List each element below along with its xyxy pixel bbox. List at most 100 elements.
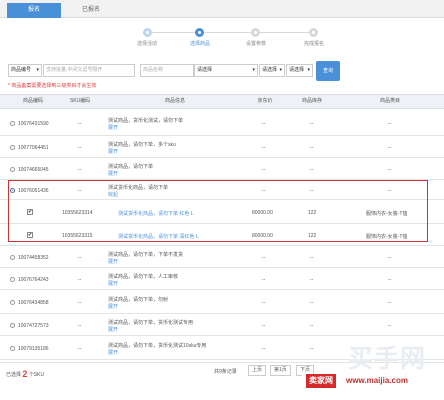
step-4-label: 完成报名 bbox=[303, 41, 325, 47]
header-category: 商品类目 bbox=[379, 98, 400, 104]
selected-prefix: 已选择 bbox=[6, 372, 22, 378]
product-radio[interactable] bbox=[10, 255, 15, 260]
sku-code: -- bbox=[78, 167, 82, 173]
product-info: 测试商品，请勿下单，勿射 bbox=[108, 297, 169, 303]
expand-toggle-link[interactable]: 展开 bbox=[108, 124, 118, 131]
sku-code: -- bbox=[78, 145, 82, 151]
product-radio[interactable] bbox=[10, 323, 15, 328]
step-2-icon bbox=[195, 28, 204, 37]
selected-summary: 已选择 2 个SKU bbox=[6, 368, 45, 379]
category: -- bbox=[388, 300, 392, 306]
query-button[interactable]: 查询 bbox=[316, 61, 340, 81]
step-2-label: 选择商品 bbox=[189, 41, 211, 47]
step-3-icon bbox=[251, 28, 260, 37]
tab-signup[interactable]: 报名 bbox=[7, 3, 61, 18]
tab-signed-up[interactable]: 已报名 bbox=[62, 3, 120, 18]
chevron-down-icon: ▾ bbox=[36, 67, 39, 73]
product-code: 10077064451 bbox=[18, 145, 49, 151]
code-search-input[interactable]: 支持批量,中间文逗号隔开 bbox=[43, 64, 135, 77]
product-info: 测试商品，请勿下单，货币化测试10sku专用 bbox=[108, 343, 207, 349]
sku-code: -- bbox=[78, 346, 82, 352]
product-radio[interactable] bbox=[10, 300, 15, 305]
step-connector bbox=[256, 32, 314, 33]
product-info: 测试商品，货币化测试，请勿下单 bbox=[108, 118, 184, 124]
step-4-icon bbox=[309, 28, 318, 37]
selected-suffix: 个SKU bbox=[28, 372, 45, 378]
stock: -- bbox=[310, 300, 314, 306]
table-row[interactable]: 10076431590 -- 测试商品，货币化测试，请勿下单 展开 -- -- -- bbox=[0, 110, 444, 136]
step-connector bbox=[200, 32, 256, 33]
product-radio[interactable] bbox=[10, 167, 15, 172]
table-row[interactable]: 10077064451 -- 测试商品，请勿下单，多个sku 展开 -- -- -- bbox=[0, 136, 444, 158]
total-records: 共9条记录 bbox=[214, 369, 237, 375]
step-1-label: 选择活动 bbox=[136, 41, 158, 47]
step-3-label: 设置参数 bbox=[245, 41, 267, 47]
page-indicator: 第1页 bbox=[270, 365, 291, 376]
expand-toggle-link[interactable]: 展开 bbox=[108, 280, 118, 287]
top-tab-bar: 报名 已报名 bbox=[0, 0, 444, 18]
jd-price: -- bbox=[262, 277, 266, 283]
category-select-3-value: 请选择 bbox=[289, 67, 305, 73]
sku-code: -- bbox=[78, 323, 82, 329]
category: -- bbox=[388, 121, 392, 127]
expand-toggle-link[interactable]: 展开 bbox=[108, 326, 118, 333]
stock: -- bbox=[310, 145, 314, 151]
category-select-1-value: 请选择 bbox=[197, 67, 213, 73]
sku-code: -- bbox=[78, 277, 82, 283]
category: -- bbox=[388, 167, 392, 173]
field-type-select[interactable]: 商品编号 ▾ bbox=[8, 64, 42, 77]
jd-price: -- bbox=[262, 121, 266, 127]
stock: -- bbox=[310, 121, 314, 127]
product-code: 10074665045 bbox=[18, 167, 49, 173]
product-radio[interactable] bbox=[10, 121, 15, 126]
product-code: 10076764243 bbox=[18, 277, 49, 283]
prev-page-button[interactable]: 上页 bbox=[248, 365, 267, 376]
watermark-url: www.maijia.com bbox=[346, 376, 408, 385]
notice-text: * 商品备案需要选择到三级类目才会生效 bbox=[8, 83, 97, 89]
step-indicator: 选择活动 选择商品 设置参数 完成报名 bbox=[0, 26, 444, 48]
chevron-down-icon: ▾ bbox=[307, 67, 310, 73]
table-row[interactable]: 10076764243 -- 测试商品，请勿下单，人工审核 展开 -- -- -- bbox=[0, 268, 444, 290]
header-sku-code: SKU编码 bbox=[69, 98, 91, 104]
stock: -- bbox=[310, 277, 314, 283]
expand-toggle-link[interactable]: 展开 bbox=[108, 349, 118, 356]
header-product-info: 商品信息 bbox=[164, 98, 185, 104]
field-type-value: 商品编号 bbox=[11, 67, 32, 73]
expand-toggle-link[interactable]: 展开 bbox=[108, 170, 118, 177]
product-radio[interactable] bbox=[10, 145, 15, 150]
product-code: 10074458352 bbox=[18, 255, 49, 261]
expand-toggle-link[interactable]: 展开 bbox=[108, 148, 118, 155]
category: -- bbox=[388, 145, 392, 151]
table-row[interactable]: 10076434858 -- 测试商品，请勿下单，勿射 展开 -- -- -- bbox=[0, 290, 444, 314]
jd-price: -- bbox=[262, 255, 266, 261]
category-select-3[interactable]: 请选择 ▾ bbox=[286, 64, 313, 77]
product-radio[interactable] bbox=[10, 346, 15, 351]
product-info: 测试商品，请勿下单，人工审核 bbox=[108, 274, 179, 280]
category: -- bbox=[388, 277, 392, 283]
header-stock: 商品库存 bbox=[301, 98, 322, 104]
table-row[interactable]: 10074458352 -- 测试商品，请勿下单，下单不发货 展开 -- -- -- bbox=[0, 246, 444, 268]
expand-toggle-link[interactable]: 展开 bbox=[108, 303, 118, 310]
category: -- bbox=[388, 255, 392, 261]
category-select-2-value: 请选择 bbox=[262, 67, 278, 73]
product-radio[interactable] bbox=[10, 277, 15, 282]
category-select-2[interactable]: 请选择 ▾ bbox=[259, 64, 285, 77]
category-select-1[interactable]: 请选择 ▾ bbox=[194, 64, 258, 77]
expand-toggle-link[interactable]: 展开 bbox=[108, 258, 118, 265]
sku-code: -- bbox=[78, 121, 82, 127]
product-name-input[interactable]: 商品名称 bbox=[140, 64, 194, 77]
selected-count: 2 bbox=[22, 369, 28, 379]
header-jd-price: 京东价 bbox=[257, 98, 273, 104]
table-row[interactable]: 10074665045 -- 测试商品，请勿下单 展开 -- -- -- bbox=[0, 158, 444, 180]
sku-code: -- bbox=[78, 300, 82, 306]
jd-price: -- bbox=[262, 145, 266, 151]
product-info: 测试商品，请勿下单，下单不发货 bbox=[108, 252, 184, 258]
stock: -- bbox=[310, 323, 314, 329]
stock: -- bbox=[310, 167, 314, 173]
jd-price: -- bbox=[262, 346, 266, 352]
watermark-logo: 买手网 bbox=[348, 344, 427, 373]
table-row[interactable]: 10074727573 -- 测试商品，请勿下单，货币化测试专用 展开 -- -- -- bbox=[0, 314, 444, 336]
selected-group-outline bbox=[8, 180, 428, 242]
step-connector bbox=[148, 32, 200, 33]
product-info: 测试商品，请勿下单，货币化测试专用 bbox=[108, 320, 194, 326]
